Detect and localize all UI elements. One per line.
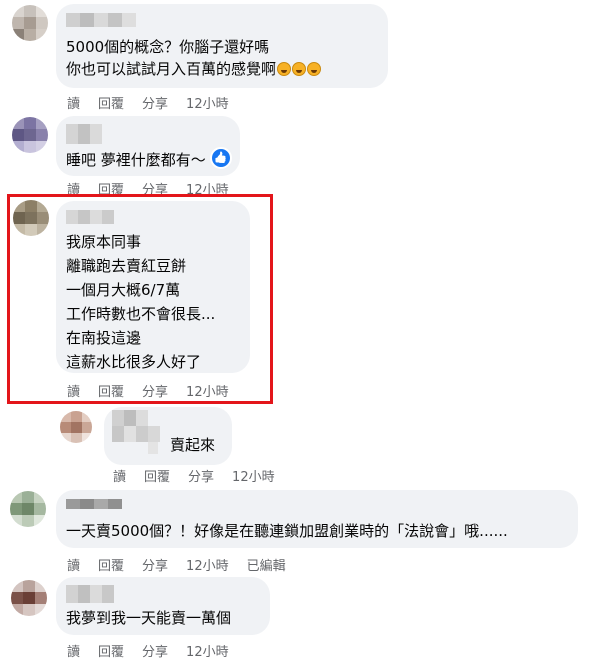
timestamp[interactable]: 12小時: [232, 466, 275, 485]
comment-text: 睡吧 夢裡什麼都有～: [66, 147, 232, 171]
share-action[interactable]: 分享: [142, 93, 168, 112]
share-action[interactable]: 分享: [188, 466, 214, 485]
respond-action[interactable]: 回覆: [144, 466, 170, 485]
share-action[interactable]: 分享: [142, 555, 168, 574]
timestamp[interactable]: 12小時: [186, 641, 229, 660]
comment-actions: 讀 回覆 分享 12小時: [67, 641, 229, 660]
author-name[interactable]: [66, 124, 102, 144]
reply-action[interactable]: 讀: [67, 555, 80, 574]
comment-actions: 讀 回覆 分享 12小時: [113, 466, 275, 485]
laughing-emoji-icon: [292, 62, 307, 76]
reply-action[interactable]: 讀: [67, 641, 80, 660]
laughing-emoji-icon: [277, 62, 292, 76]
avatar[interactable]: [10, 491, 46, 527]
comment-text: 一天賣5000個？！好像是在聽連鎖加盟創業時的「法說會」哦......: [66, 522, 508, 540]
author-name[interactable]: [66, 13, 136, 27]
highlight-frame: [7, 194, 273, 404]
avatar[interactable]: [12, 5, 48, 41]
author-name[interactable]: [66, 585, 114, 603]
reply-action[interactable]: 讀: [113, 466, 126, 485]
timestamp[interactable]: 12小時: [186, 555, 229, 574]
timestamp[interactable]: 12小時: [186, 93, 229, 112]
comment-text: 賣起來: [170, 436, 216, 454]
comment-actions: 讀 回覆 分享 12小時: [67, 93, 229, 112]
comment-actions: 讀 回覆 分享 12小時 已編輯: [67, 555, 286, 574]
laughing-emoji-icon: [307, 62, 322, 76]
avatar[interactable]: [60, 411, 92, 443]
respond-action[interactable]: 回覆: [98, 93, 124, 112]
reply-action[interactable]: 讀: [67, 93, 80, 112]
comment-text: 我夢到我一天能賣一萬個: [66, 609, 232, 627]
respond-action[interactable]: 回覆: [98, 555, 124, 574]
share-action[interactable]: 分享: [142, 641, 168, 660]
author-name[interactable]: [66, 499, 122, 513]
avatar[interactable]: [11, 580, 47, 616]
like-icon[interactable]: [209, 147, 232, 169]
comment-text: 你也可以試試月入百萬的感覺啊: [66, 59, 322, 80]
edited-label[interactable]: 已編輯: [247, 555, 286, 574]
avatar[interactable]: [12, 117, 48, 153]
respond-action[interactable]: 回覆: [98, 641, 124, 660]
comment-text: 5000個的概念？你腦子還好嗎: [66, 38, 270, 56]
